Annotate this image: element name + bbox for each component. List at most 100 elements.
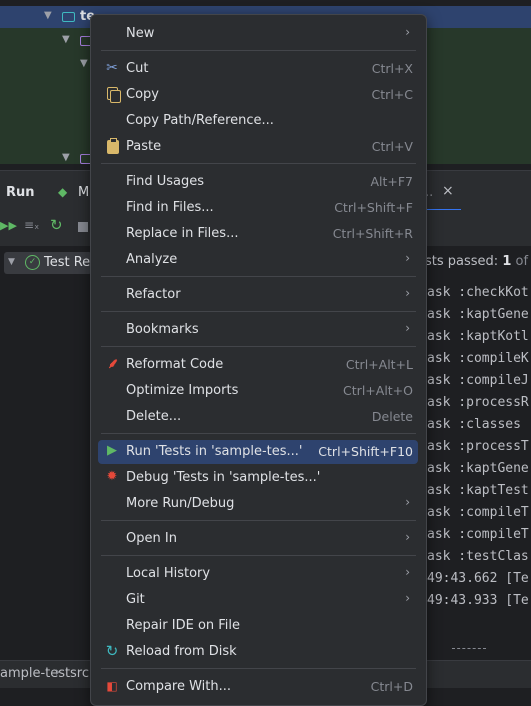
menu-item-reload-from-disk[interactable]: ↻ Reload from Disk xyxy=(98,640,418,664)
menu-item-refactor[interactable]: Refactor › xyxy=(98,283,418,307)
menu-separator xyxy=(101,346,416,347)
menu-shortcut: Ctrl+V xyxy=(371,139,413,154)
tests-total: of 1 xyxy=(515,254,531,269)
menu-item-label: Debug 'Tests in 'sample-tes...' xyxy=(126,470,321,485)
menu-item-run-tests[interactable]: ▶ Run 'Tests in 'sample-tes...' Ctrl+Shi… xyxy=(98,440,418,464)
menu-shortcut: Ctrl+Shift+F10 xyxy=(318,444,413,459)
console-line: ask :processT xyxy=(427,439,529,454)
menu-item-open-in[interactable]: Open In › xyxy=(98,527,418,551)
menu-item-compare-with[interactable]: ◧ Compare With... Ctrl+D xyxy=(98,675,418,699)
console-line: ask :kaptGene xyxy=(427,461,529,476)
menu-item-find-usages[interactable]: Find Usages Alt+F7 xyxy=(98,170,418,194)
resize-handle[interactable] xyxy=(452,648,486,651)
breadcrumb-separator: › xyxy=(55,665,61,680)
test-tree-root[interactable]: ▼ ✓ Test Re xyxy=(4,252,92,274)
menu-item-optimize-imports[interactable]: Optimize Imports Ctrl+Alt+O xyxy=(98,379,418,403)
menu-item-label: Bookmarks xyxy=(126,322,199,337)
filter-icon[interactable]: ≡ₓ xyxy=(24,218,39,232)
submenu-arrow-icon: › xyxy=(405,591,410,605)
menu-item-label: Optimize Imports xyxy=(126,383,239,398)
chevron-down-icon[interactable]: ▼ xyxy=(44,10,52,21)
console-line: ask :kaptKotl xyxy=(427,329,529,344)
menu-item-copy-path[interactable]: Copy Path/Reference... xyxy=(98,109,418,133)
tests-passed-status: sts passed: 1 of 1 xyxy=(425,254,531,269)
menu-separator xyxy=(101,276,416,277)
submenu-arrow-icon: › xyxy=(405,25,410,39)
breadcrumb-src[interactable]: src xyxy=(70,666,89,681)
menu-shortcut: Delete xyxy=(371,409,413,424)
menu-separator xyxy=(101,555,416,556)
menu-item-label: Cut xyxy=(126,61,149,76)
menu-item-new[interactable]: New › xyxy=(98,22,418,46)
gradle-elephant-icon: ◆ xyxy=(58,185,68,199)
test-root-label: Test Re xyxy=(44,255,91,270)
rerun-failed-icon[interactable]: ▶▶ xyxy=(0,219,17,232)
chevron-down-icon[interactable]: ▼ xyxy=(8,257,15,267)
menu-item-cut[interactable]: ✂ Cut Ctrl+X xyxy=(98,57,418,81)
submenu-arrow-icon: › xyxy=(405,565,410,579)
menu-shortcut: Ctrl+X xyxy=(371,61,413,76)
chevron-down-icon[interactable]: ▼ xyxy=(80,58,88,69)
menu-item-find-in-files[interactable]: Find in Files... Ctrl+Shift+F xyxy=(98,196,418,220)
menu-item-debug-tests[interactable]: ✹ Debug 'Tests in 'sample-tes...' xyxy=(98,466,418,490)
menu-item-replace-in-files[interactable]: Replace in Files... Ctrl+Shift+R xyxy=(98,222,418,246)
menu-item-label: Reformat Code xyxy=(126,357,224,372)
console-line: ask :kaptTest xyxy=(427,483,529,498)
tab-partial[interactable]: M xyxy=(78,185,89,200)
menu-item-label: Delete... xyxy=(126,409,182,424)
folder-icon xyxy=(62,12,75,22)
menu-item-copy[interactable]: Copy Ctrl+C xyxy=(98,83,418,107)
rerun-icon[interactable]: ↻ xyxy=(50,216,63,234)
tab-run[interactable]: Run xyxy=(6,185,35,200)
menu-item-git[interactable]: Git › xyxy=(98,588,418,612)
compare-icon: ◧ xyxy=(106,679,118,693)
menu-item-analyze[interactable]: Analyze › xyxy=(98,248,418,272)
submenu-arrow-icon: › xyxy=(405,321,410,335)
menu-item-label: Run 'Tests in 'sample-tes...' xyxy=(126,444,303,459)
console-line: ask :compileT xyxy=(427,527,529,542)
clipboard-icon xyxy=(104,138,120,154)
close-tab-icon[interactable]: × xyxy=(442,183,454,199)
menu-item-label: More Run/Debug xyxy=(126,496,235,511)
debug-bug-icon: ✹ xyxy=(106,469,118,484)
menu-item-repair-ide[interactable]: Repair IDE on File xyxy=(98,614,418,638)
menu-item-label: Analyze xyxy=(126,252,178,267)
stop-icon[interactable] xyxy=(78,222,88,232)
chevron-down-icon[interactable]: ▼ xyxy=(62,34,70,45)
menu-separator xyxy=(101,163,416,164)
console-line: ask :compileK xyxy=(427,351,529,366)
run-play-icon: ▶ xyxy=(107,443,117,458)
menu-shortcut: Ctrl+Shift+F xyxy=(334,200,413,215)
context-menu: New › ✂ Cut Ctrl+X Copy Ctrl+C Copy Path… xyxy=(90,14,427,706)
menu-item-label: Replace in Files... xyxy=(126,226,239,241)
menu-separator xyxy=(101,311,416,312)
menu-item-label: Find in Files... xyxy=(126,200,214,215)
menu-shortcut: Ctrl+C xyxy=(371,87,413,102)
menu-separator xyxy=(101,668,416,669)
console-line: 49:43.933 [Te xyxy=(427,593,529,608)
menu-item-delete[interactable]: Delete... Delete xyxy=(98,405,418,429)
test-passed-icon: ✓ xyxy=(25,255,40,270)
submenu-arrow-icon: › xyxy=(405,251,410,265)
menu-item-reformat-code[interactable]: ⸙ Reformat Code Ctrl+Alt+L xyxy=(98,353,418,377)
console-line: ask :kaptGene xyxy=(427,307,529,322)
reformat-brush-icon: ⸙ xyxy=(106,356,118,372)
menu-item-paste[interactable]: Paste Ctrl+V xyxy=(98,135,418,159)
menu-item-label: Git xyxy=(126,592,145,607)
console-line: ask :checkKot xyxy=(427,285,529,300)
menu-separator xyxy=(101,50,416,51)
menu-item-bookmarks[interactable]: Bookmarks › xyxy=(98,318,418,342)
menu-shortcut: Alt+F7 xyxy=(370,174,413,189)
menu-item-label: Reload from Disk xyxy=(126,644,237,659)
console-line: 49:43.662 [Te xyxy=(427,571,529,586)
console-line: ask :classes xyxy=(427,417,521,432)
tests-passed-label: sts passed: xyxy=(425,254,503,269)
chevron-down-icon[interactable]: ▼ xyxy=(62,152,70,163)
menu-item-label: New xyxy=(126,26,155,41)
menu-item-more-run-debug[interactable]: More Run/Debug › xyxy=(98,492,418,516)
reload-icon: ↻ xyxy=(105,642,119,660)
menu-item-local-history[interactable]: Local History › xyxy=(98,562,418,586)
console-line: ask :processR xyxy=(427,395,529,410)
menu-item-label: Repair IDE on File xyxy=(126,618,241,633)
menu-shortcut: Ctrl+Shift+R xyxy=(332,226,413,241)
